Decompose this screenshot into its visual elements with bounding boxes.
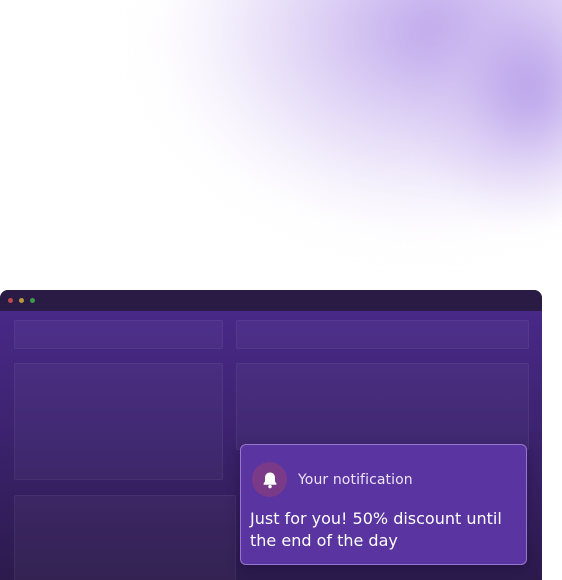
close-window-dot[interactable] — [8, 298, 13, 303]
placeholder-panel-middle-right — [236, 363, 529, 450]
bell-icon — [252, 462, 287, 497]
placeholder-panel-top-right — [236, 320, 529, 349]
minimize-window-dot[interactable] — [19, 298, 24, 303]
placeholder-panel-middle-left — [14, 363, 223, 480]
notification-message: Just for you! 50% discount until the end… — [250, 509, 502, 550]
notification-title: Your notification — [298, 471, 413, 488]
notification-illustration: Your notification Just for you! 50% disc… — [0, 0, 562, 580]
placeholder-panel-bottom-left — [14, 495, 236, 580]
notification-toast[interactable]: Your notification Just for you! 50% disc… — [240, 444, 527, 565]
placeholder-panel-top-left — [14, 320, 223, 349]
maximize-window-dot[interactable] — [30, 298, 35, 303]
notification-header: Your notification — [252, 462, 413, 497]
window-titlebar — [0, 290, 542, 311]
